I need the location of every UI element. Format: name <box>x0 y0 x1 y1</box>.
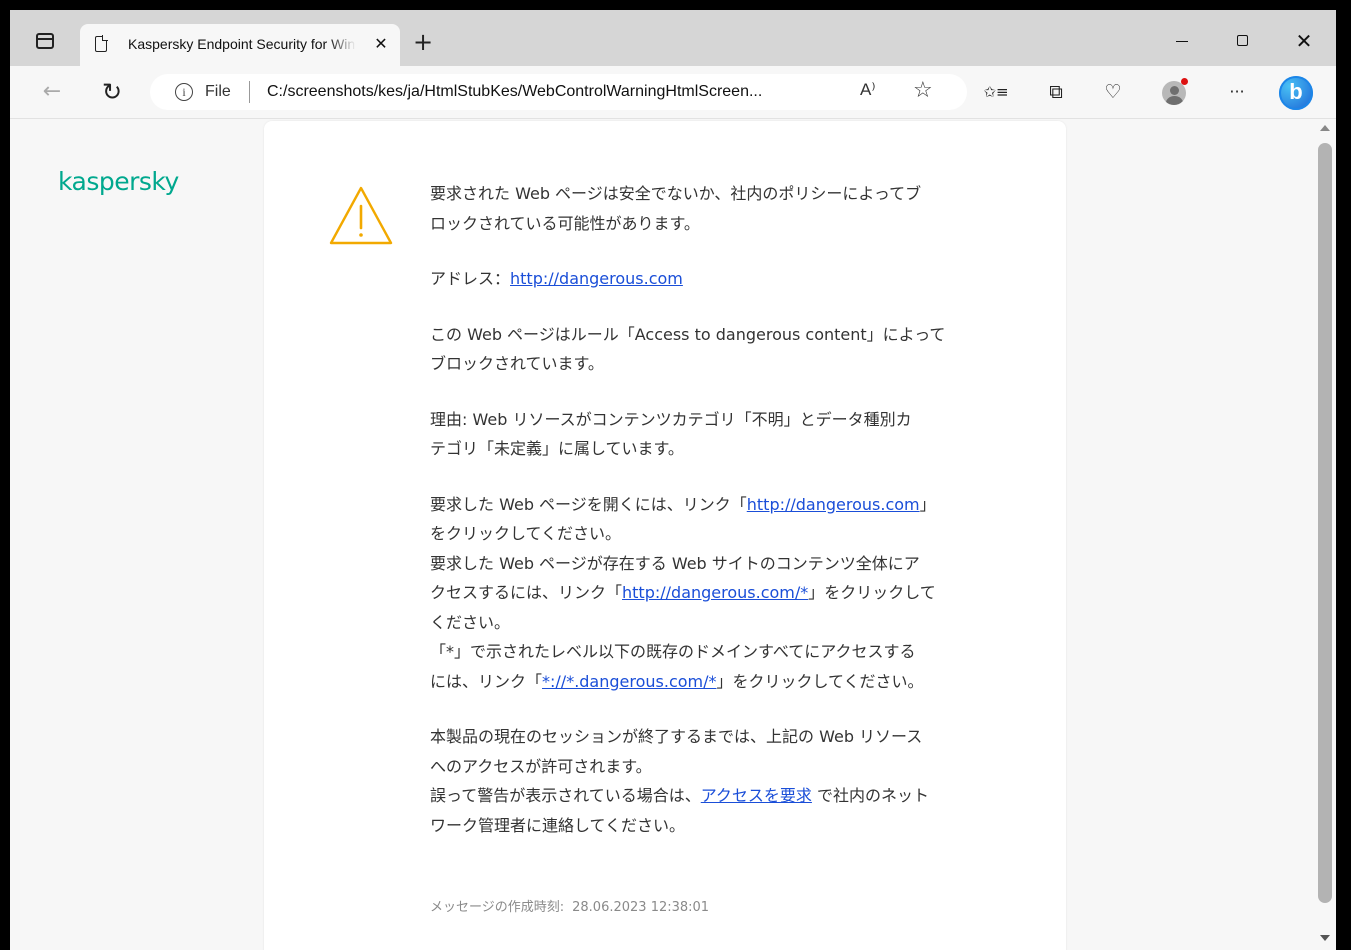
browser-toolbar: ← ↻ i File C:/screenshots/kes/ja/HtmlStu… <box>10 66 1336 119</box>
reason-message-line: テゴリ「未定義」に属しています。 <box>430 439 684 458</box>
session-message: 本製品の現在のセッションが終了するまでは、上記の Web リソース へのアクセス… <box>430 722 1010 840</box>
vertical-scrollbar[interactable] <box>1315 119 1336 950</box>
scroll-down-arrow-icon[interactable] <box>1320 935 1330 941</box>
open-page-text-end: 」 <box>919 494 936 514</box>
warning-triangle-icon <box>329 186 393 245</box>
bing-chat-icon[interactable]: b <box>1279 76 1313 110</box>
message-timestamp: メッセージの作成時刻: 28.06.2023 12:38:01 <box>430 896 709 915</box>
open-domain-line: には、リンク「*://*.dangerous.com/*」をクリックしてください… <box>430 667 1010 697</box>
add-favorite-star-icon[interactable]: ☆ <box>913 78 933 103</box>
open-domain-line: 「*」で示されたレベル以下の既存のドメインすべてにアクセスする <box>430 642 916 661</box>
tab-strip: Kaspersky Endpoint Security for Windows … <box>10 10 1336 66</box>
open-site-line: ください。 <box>430 612 511 632</box>
tab-actions-icon[interactable] <box>36 33 54 49</box>
open-page-line: をクリックしてください。 <box>430 524 622 543</box>
open-page-link[interactable]: http://dangerous.com <box>747 495 920 514</box>
open-site-text-end: 」をクリックして <box>808 583 936 602</box>
reason-message-line: 理由: Web リソースがコンテンツカテゴリ「不明」とデータ種別カ <box>430 409 912 429</box>
session-line: へのアクセスが許可されます。 <box>430 756 652 776</box>
warning-message-line: 要求された Web ページは安全でないか、社内のポリシーによってブ <box>430 184 922 203</box>
more-options-icon[interactable]: ··· <box>1223 78 1251 106</box>
blocked-address-link[interactable]: http://dangerous.com <box>510 269 683 288</box>
open-domain-link[interactable]: *://*.dangerous.com/* <box>542 672 717 691</box>
request-access-text-end: で社内のネット <box>811 786 930 805</box>
tab-close-icon[interactable]: ✕ <box>370 33 392 55</box>
read-aloud-icon[interactable]: A⁾ <box>860 80 876 100</box>
maximize-button[interactable] <box>1228 28 1258 54</box>
address-row: アドレス：http://dangerous.com <box>430 264 1010 294</box>
open-page-text: 要求した Web ページを開くには、リンク「 <box>430 494 747 514</box>
address-divider <box>249 81 250 103</box>
session-line: 本製品の現在のセッションが終了するまでは、上記の Web リソース <box>430 727 923 746</box>
request-access-text: 誤って警告が表示されている場合は、 <box>430 786 701 805</box>
scroll-thumb[interactable] <box>1318 143 1332 903</box>
collections-icon[interactable]: ⧉ <box>1042 78 1070 106</box>
open-site-link[interactable]: http://dangerous.com/* <box>622 583 808 602</box>
close-window-button[interactable]: ✕ <box>1289 28 1319 54</box>
tab-active[interactable]: Kaspersky Endpoint Security for Windows … <box>80 24 400 66</box>
open-domain-text-end: 」をクリックしてください。 <box>716 671 924 691</box>
request-access-link[interactable]: アクセスを要求 <box>701 786 812 805</box>
warning-message: 要求された Web ページは安全でないか、社内のポリシーによってブ ロックされて… <box>430 179 1010 238</box>
address-bar[interactable]: i File C:/screenshots/kes/ja/HtmlStubKes… <box>150 74 967 110</box>
refresh-icon[interactable]: ↻ <box>98 78 126 106</box>
new-tab-button[interactable]: + <box>410 30 436 56</box>
browser-window: Kaspersky Endpoint Security for Windows … <box>10 10 1336 950</box>
reason-message: 理由: Web リソースがコンテンツカテゴリ「不明」とデータ種別カ テゴリ「未定… <box>430 405 1010 464</box>
tab-title: Kaspersky Endpoint Security for Windows <box>128 36 356 52</box>
favorites-icon[interactable]: ✩≡ <box>982 78 1010 106</box>
request-access-line: 誤って警告が表示されている場合は、アクセスを要求 で社内のネット <box>430 781 1010 811</box>
warning-card: 要求された Web ページは安全でないか、社内のポリシーによってブ ロックされて… <box>264 121 1066 950</box>
open-page-line: 要求した Web ページを開くには、リンク「http://dangerous.c… <box>430 490 1010 520</box>
profile-avatar[interactable] <box>1160 78 1188 106</box>
open-site-line: クセスするには、リンク「http://dangerous.com/*」をクリック… <box>430 578 1010 608</box>
bing-letter: b <box>1289 79 1303 104</box>
open-site-line: 要求した Web ページが存在する Web サイトのコンテンツ全体にア <box>430 553 920 573</box>
page-icon <box>95 35 108 52</box>
rule-message-line: ブロックされています。 <box>430 354 604 373</box>
kaspersky-logo: kaspersky <box>58 167 179 196</box>
rule-message: この Web ページはルール「Access to dangerous conte… <box>430 320 1010 379</box>
minimize-button[interactable] <box>1167 28 1197 54</box>
warning-message-line: ロックされている可能性があります。 <box>430 213 700 233</box>
notification-dot <box>1181 78 1188 85</box>
open-domain-text: には、リンク「 <box>430 671 543 691</box>
browser-essentials-icon[interactable]: ♡ <box>1099 78 1127 106</box>
timestamp-value: 28.06.2023 12:38:01 <box>572 900 710 915</box>
warning-content: 要求された Web ページは安全でないか、社内のポリシーによってブ ロックされて… <box>430 179 1010 866</box>
info-icon[interactable]: i <box>175 83 193 101</box>
access-options: 要求した Web ページを開くには、リンク「http://dangerous.c… <box>430 490 1010 697</box>
rule-message-line: この Web ページはルール「Access to dangerous conte… <box>430 324 946 344</box>
page-viewport: kaspersky 要求された Web ページは安全でないか、社内のポリシーによ… <box>10 119 1315 950</box>
timestamp-label: メッセージの作成時刻: <box>430 900 565 915</box>
request-access-line: ワーク管理者に連絡してください。 <box>430 815 686 835</box>
address-label: アドレス： <box>430 269 511 288</box>
back-icon[interactable]: ← <box>38 78 66 106</box>
address-url[interactable]: C:/screenshots/kes/ja/HtmlStubKes/WebCon… <box>267 83 841 101</box>
address-scheme: File <box>205 83 231 100</box>
open-site-text: クセスするには、リンク「 <box>430 583 623 602</box>
scroll-up-arrow-icon[interactable] <box>1320 125 1330 131</box>
